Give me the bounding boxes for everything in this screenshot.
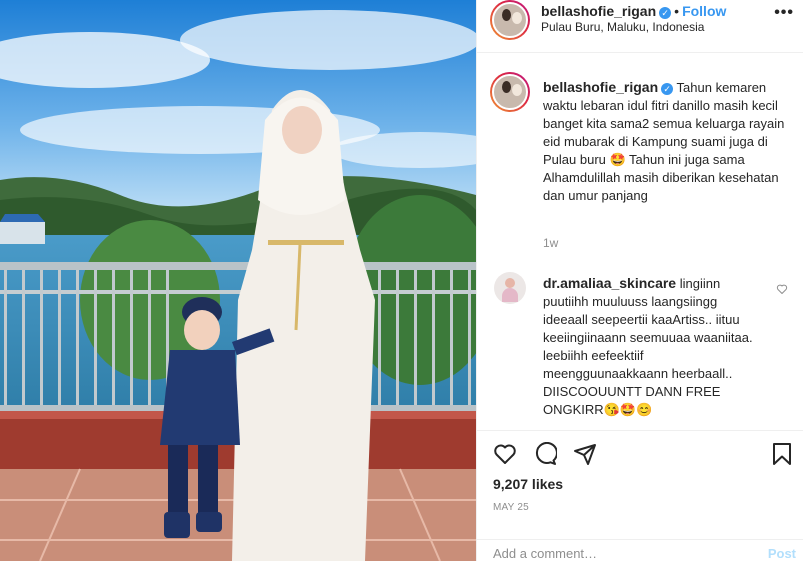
comments-list[interactable]: bellashofie_rigan ✓ Tahun kemaren waktu l…: [477, 54, 803, 430]
share-icon[interactable]: [573, 442, 597, 469]
avatar[interactable]: [490, 0, 530, 40]
header-username[interactable]: bellashofie_rigan: [541, 3, 656, 19]
caption-username[interactable]: bellashofie_rigan: [543, 79, 658, 95]
comment-username[interactable]: dr.amaliaa_skincare: [543, 275, 676, 291]
caption-avatar[interactable]: [490, 72, 530, 112]
post-photo[interactable]: [0, 0, 476, 561]
verified-icon: ✓: [659, 7, 672, 19]
header-user-line: bellashofie_rigan ✓ • Follow: [541, 3, 726, 19]
caption-time[interactable]: 1w: [543, 236, 558, 250]
caption-body: Tahun kemaren waktu lebaran idul fitri d…: [543, 80, 785, 203]
comment-body: lingiinn puutiihh muuluuss laangsiingg i…: [543, 276, 753, 417]
follow-button[interactable]: Follow: [682, 3, 726, 19]
comment-like-icon[interactable]: [776, 282, 788, 298]
heart-icon[interactable]: [493, 442, 517, 469]
comment-icon[interactable]: [533, 442, 558, 469]
post-sidebar: bellashofie_rigan ✓ • Follow Pulau Buru, Ma…: [476, 0, 803, 561]
comment-text: dr.amaliaa_skincare lingiinn puutiihh mu…: [543, 274, 763, 419]
likes-count[interactable]: 9,207 likes: [493, 476, 563, 492]
location-link[interactable]: Pulau Buru, Maluku, Indonesia: [541, 20, 704, 34]
post-header: bellashofie_rigan ✓ • Follow Pulau Buru, Ma…: [477, 0, 803, 53]
more-icon[interactable]: •••: [774, 4, 794, 22]
post-image: [0, 0, 476, 561]
post-comment-button[interactable]: Post: [768, 546, 796, 561]
post-date[interactable]: MAY 25: [493, 502, 529, 513]
post-actions: 9,207 likes MAY 25 Post: [477, 430, 803, 561]
comment-avatar[interactable]: [494, 272, 526, 304]
comment-input[interactable]: [493, 546, 743, 561]
verified-icon: ✓: [661, 83, 674, 95]
caption-text: bellashofie_rigan ✓ Tahun kemaren waktu l…: [543, 78, 793, 205]
add-comment-section: Post: [477, 539, 803, 561]
bookmark-icon[interactable]: [770, 442, 794, 469]
separator: •: [674, 3, 680, 19]
